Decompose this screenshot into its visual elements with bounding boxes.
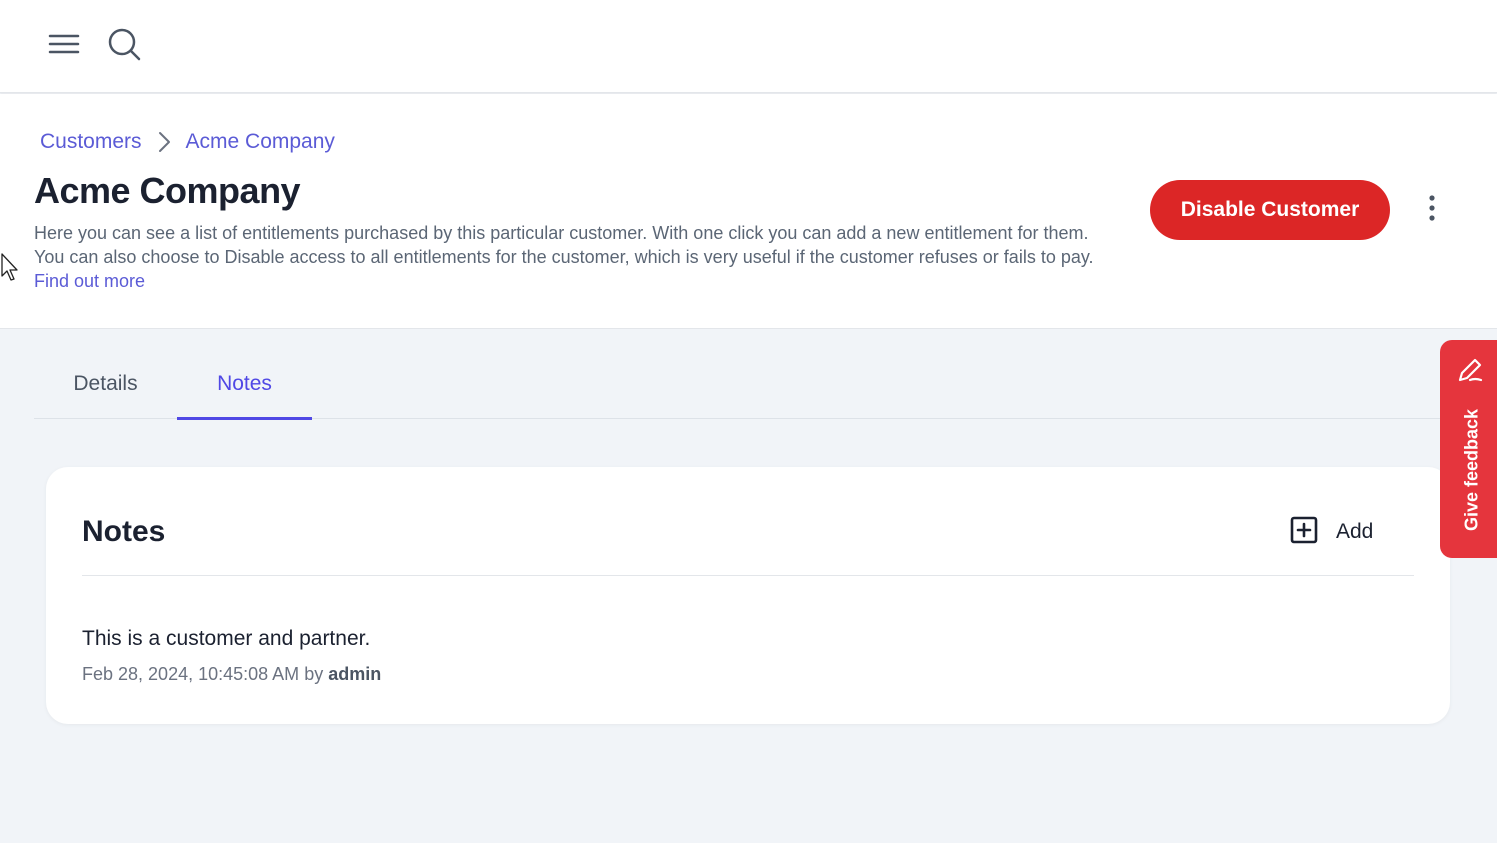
page-description: Here you can see a list of entitlements … (34, 221, 1109, 293)
tab-details-label: Details (73, 371, 138, 395)
give-feedback-tab[interactable]: Give feedback (1440, 340, 1497, 558)
kebab-menu-icon[interactable] (1420, 192, 1444, 228)
hamburger-menu-icon[interactable] (46, 28, 82, 60)
breadcrumb-current-link[interactable]: Acme Company (186, 130, 335, 154)
breadcrumb-customers-link[interactable]: Customers (40, 130, 142, 154)
tab-notes-label: Notes (217, 371, 272, 395)
note-author: admin (328, 664, 382, 684)
tab-bar: Details Notes (34, 348, 1444, 420)
tab-details[interactable]: Details (34, 348, 177, 419)
breadcrumb: Customers Acme Company (40, 130, 335, 154)
page-header: Customers Acme Company Acme Company Here… (0, 94, 1497, 329)
active-tab-indicator (177, 417, 312, 420)
search-icon[interactable] (106, 26, 142, 62)
add-note-button[interactable]: Add (1290, 515, 1373, 549)
top-bar (0, 0, 1497, 93)
note-meta: Feb 28, 2024, 10:45:08 AM by admin (82, 664, 381, 685)
pencil-icon (1456, 356, 1484, 384)
find-out-more-link[interactable]: Find out more (34, 271, 145, 291)
chevron-right-icon (152, 130, 176, 154)
page-title: Acme Company (34, 170, 301, 211)
add-note-label: Add (1336, 520, 1374, 543)
notes-card: Notes Add This is a customer and partner… (46, 467, 1450, 724)
notes-card-title: Notes (82, 515, 166, 548)
note-by: by (304, 664, 324, 684)
page-description-text: Here you can see a list of entitlements … (34, 223, 1094, 267)
disable-customer-button[interactable]: Disable Customer (1150, 180, 1390, 240)
note-timestamp: Feb 28, 2024, 10:45:08 AM (82, 664, 300, 684)
note-text: This is a customer and partner. (82, 627, 371, 650)
tab-notes[interactable]: Notes (177, 348, 312, 420)
card-divider (82, 575, 1414, 576)
plus-square-icon (1290, 516, 1318, 549)
give-feedback-label: Give feedback (1461, 408, 1482, 532)
